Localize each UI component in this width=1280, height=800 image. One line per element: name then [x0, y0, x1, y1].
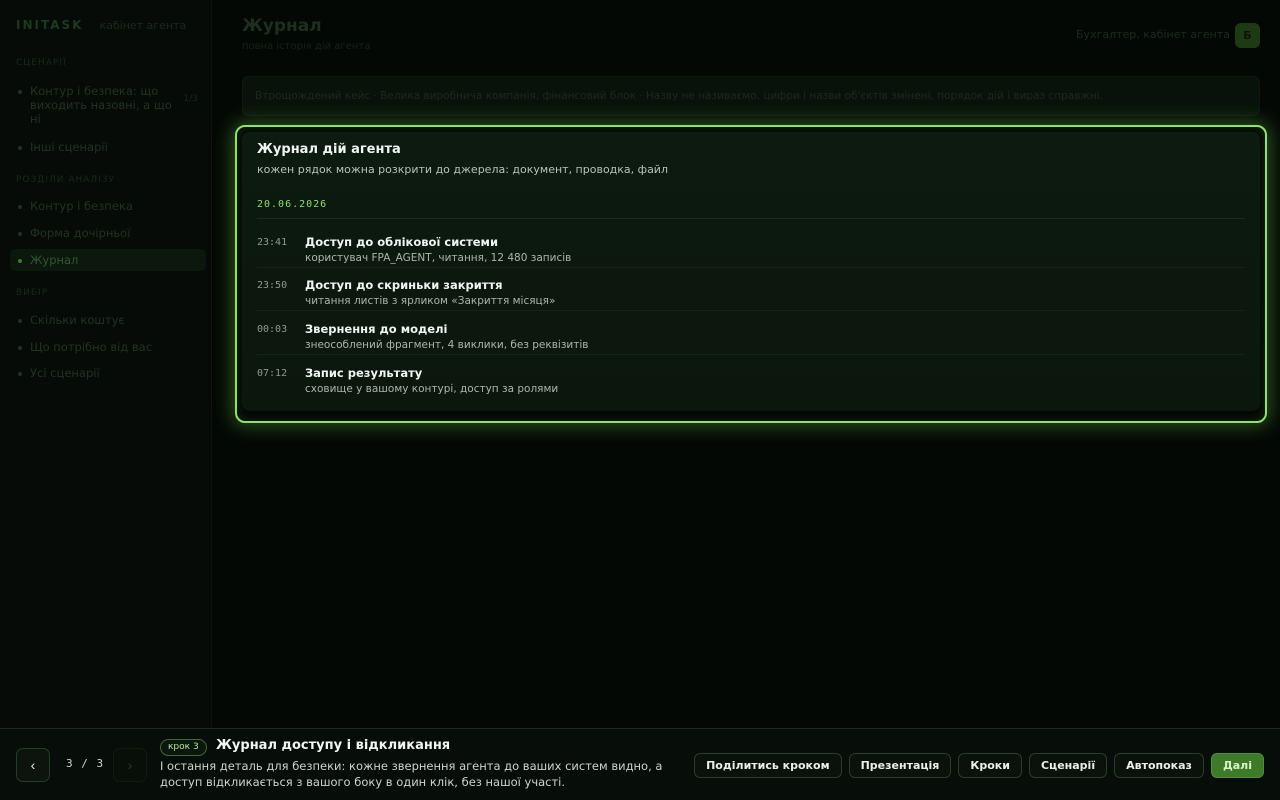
steps-button[interactable]: Кроки	[958, 753, 1022, 778]
entry-title: Доступ до облікової системи	[305, 235, 499, 249]
brand-logo[interactable]: INITASK	[16, 18, 83, 32]
sidebar-item-all-scenarios[interactable]: Усі сценарії	[10, 362, 206, 384]
scenarios-button[interactable]: Сценарії	[1028, 753, 1108, 778]
sidebar-item-other-scenarios[interactable]: Інші сценарії	[10, 136, 206, 158]
sidebar-item-label: Контур і безпека: що виходить назовні, а…	[30, 84, 172, 126]
next-button[interactable]: Далі	[1210, 753, 1264, 778]
sidebar-item-label: Журнал	[30, 253, 79, 267]
entry-title: Звернення до моделі	[305, 322, 448, 336]
entry-time: 23:50	[257, 280, 288, 291]
sidebar-item-subsidiary-form[interactable]: Форма дочірньої	[10, 222, 206, 244]
entry-detail: користувач FPA_AGENT, читання, 12 480 за…	[305, 252, 572, 264]
sidebar-item-pricing[interactable]: Скільки коштує	[10, 309, 206, 331]
page-title: Журнал	[242, 16, 322, 36]
date-label: 20.06.2026	[257, 199, 328, 210]
sidebar-item-requirements[interactable]: Що потрібно від вас	[10, 336, 206, 358]
bullet-icon	[18, 346, 22, 350]
brand-subtitle: кабінет агента	[99, 19, 187, 32]
entry-title: Запис результату	[305, 366, 423, 380]
brand: INITASK кабінет агента	[16, 18, 186, 32]
journal-entry[interactable]: 23:41 Доступ до облікової системи корист…	[257, 225, 1245, 268]
tour-bar: ‹ 3 / 3 › крок 3 Журнал доступу і відкли…	[0, 728, 1280, 800]
sidebar-item-count: 1/3	[183, 94, 198, 104]
journal-card: Журнал дій агента кожен рядок можна розк…	[242, 132, 1260, 411]
autoplay-button[interactable]: Автопоказ	[1114, 753, 1204, 778]
sidebar-section-choice: ВИБІР	[16, 288, 49, 298]
step-counter: 3 / 3	[66, 757, 104, 770]
entry-title: Доступ до скриньки закриття	[305, 278, 503, 292]
card-title: Журнал дій агента	[257, 142, 401, 157]
entry-detail: читання листів з ярликом «Закриття місяц…	[305, 295, 556, 307]
sidebar-item-label: Скільки коштує	[30, 313, 125, 327]
prev-step-button[interactable]: ‹	[16, 748, 50, 782]
bullet-icon	[18, 232, 22, 236]
case-notice: Втрощождений кейс · Велика виробнича ком…	[242, 76, 1260, 116]
sidebar-item-label: Усі сценарії	[30, 366, 100, 380]
sidebar-section-analysis: РОЗДІЛИ АНАЛІЗУ	[16, 175, 116, 185]
entry-detail: знеособлений фрагмент, 4 виклики, без ре…	[305, 339, 589, 351]
journal-entry[interactable]: 23:50 Доступ до скриньки закриття читанн…	[257, 268, 1245, 311]
bullet-icon	[18, 146, 22, 150]
entry-time: 23:41	[257, 237, 288, 248]
share-step-button[interactable]: Поділитись кроком	[694, 753, 842, 778]
bullet-icon	[18, 319, 22, 323]
bullet-icon	[18, 205, 22, 209]
presentation-button[interactable]: Презентація	[848, 753, 952, 778]
journal-entry[interactable]: 07:12 Запис результату сховище у вашому …	[257, 356, 1245, 399]
sidebar-section-scenarios: СЦЕНАРІЇ	[16, 58, 67, 68]
entry-detail: сховище у вашому контурі, доступ за роля…	[305, 383, 559, 395]
sidebar-item-scenario-security[interactable]: Контур і безпека: що виходить назовні, а…	[10, 80, 206, 130]
user-label[interactable]: Бухгалтер, кабінет агента	[1076, 28, 1230, 41]
journal-entry[interactable]: 00:03 Звернення до моделі знеособлений ф…	[257, 312, 1245, 355]
bullet-icon	[18, 372, 22, 376]
sidebar-item-label: Контур і безпека	[30, 199, 133, 213]
entry-time: 00:03	[257, 324, 288, 335]
next-step-arrow-button[interactable]: ›	[113, 748, 147, 782]
bullet-icon	[18, 259, 22, 263]
card-subtitle: кожен рядок можна розкрити до джерела: д…	[257, 163, 668, 176]
page-subtitle: повна історія дій агента	[242, 41, 371, 52]
sidebar-item-security[interactable]: Контур і безпека	[10, 195, 206, 217]
tour-step-title: Журнал доступу і відкликання	[216, 738, 451, 753]
sidebar-item-label: Інші сценарії	[30, 140, 108, 154]
avatar[interactable]: Б	[1235, 23, 1260, 48]
step-badge: крок 3	[160, 739, 207, 756]
sidebar: INITASK кабінет агента СЦЕНАРІЇ Контур і…	[0, 0, 212, 728]
sidebar-item-label: Що потрібно від вас	[30, 340, 153, 354]
tour-actions: Поділитись кроком Презентація Кроки Сцен…	[694, 753, 1264, 778]
divider	[257, 218, 1245, 219]
tour-step-body: І остання деталь для безпеки: кожне звер…	[160, 759, 663, 789]
sidebar-item-label: Форма дочірньої	[30, 226, 131, 240]
entry-time: 07:12	[257, 368, 288, 379]
sidebar-item-journal[interactable]: Журнал	[10, 249, 206, 271]
bullet-icon	[18, 90, 22, 94]
